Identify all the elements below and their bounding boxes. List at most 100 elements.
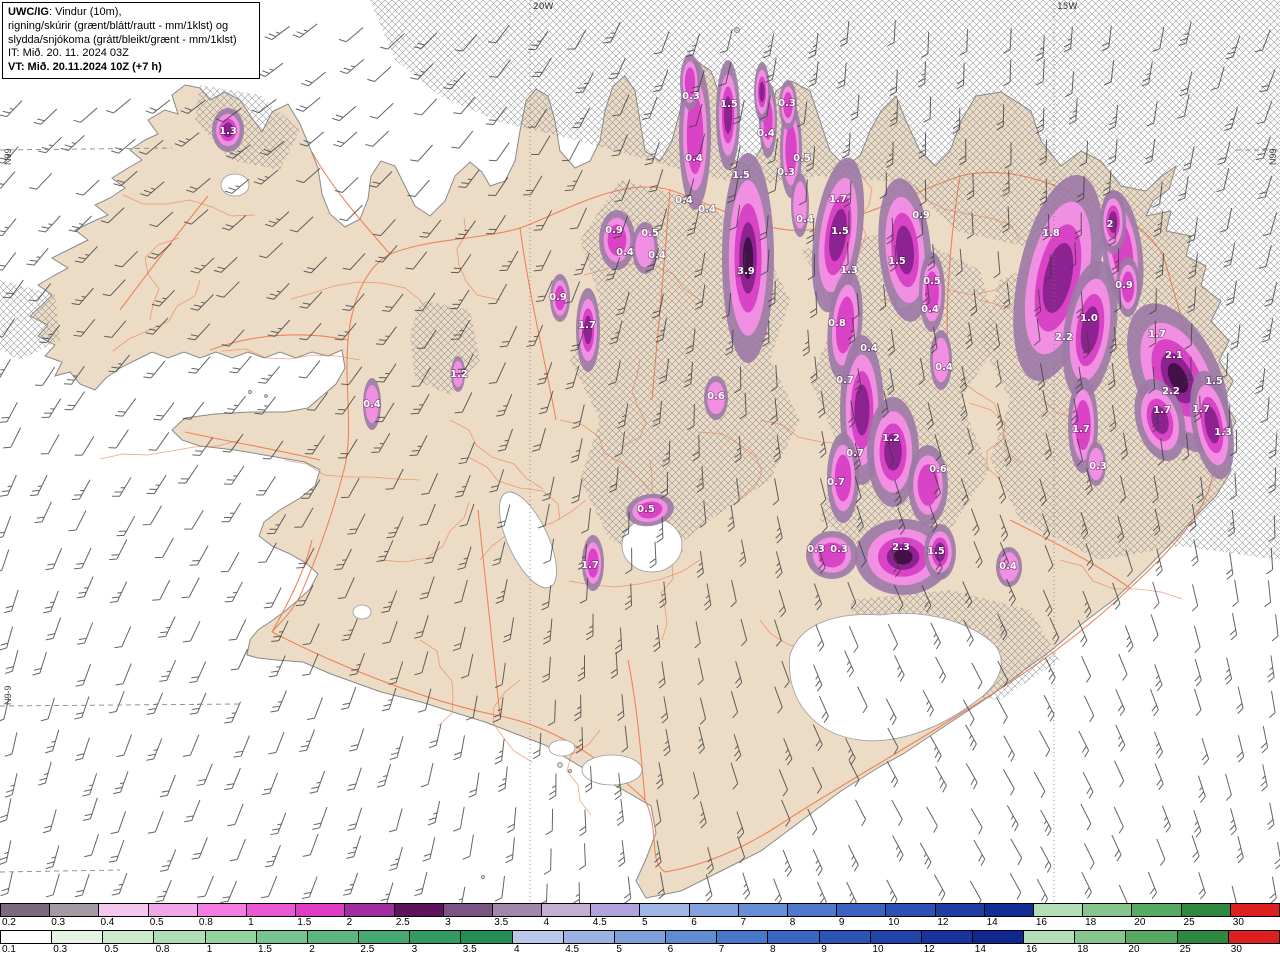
rain-scale-tick-label: 0.4 [100,917,115,928]
snow-scale-cell [256,931,308,943]
snow-scale-cell [1075,931,1127,943]
snow-scale-tick-label: 0.3 [53,944,68,955]
snow-scale-tick-label: 1.5 [258,944,272,955]
rain-scale-tick-label: 7 [740,917,747,928]
precip-value-label: 1.2 [882,433,900,444]
rain-scale-cell [788,904,838,916]
rain-scale-tick-label: 1.5 [297,917,312,928]
latitude-edge-label: N9-9 [3,685,13,705]
precip-value-label: 1.7 [829,194,847,205]
rain-scale-tick-label: 16 [1035,917,1047,928]
precip-value-label: 0.6 [929,464,947,475]
precip-value-label: 1.5 [831,226,849,237]
rain-scale-tick-label: 14 [986,917,998,928]
rain-scale-cell [394,904,444,916]
snow-scale-tick-label: 1 [206,944,213,955]
precip-value-label: 2.2 [1055,332,1073,343]
rain-scale-cell [99,904,149,916]
latitude-edge-label: N99 [1268,148,1278,165]
snow-scale-tick-label: 8 [770,944,776,955]
precip-value-label: 0.3 [807,544,825,555]
precip-value-label: 2.3 [892,542,910,553]
title-line2: rigning/skúrir (grænt/blátt/rautt - mm/1… [8,19,229,32]
snow-scale-tick-label: 18 [1077,944,1089,955]
rain-scale-tick-label: 0.5 [149,917,164,928]
precip-value-label: 1.7 [1148,329,1166,340]
snow-scale-cell [205,931,257,943]
precip-value-label: 1.3 [840,265,858,276]
map-canvas: 20W 15W 1.3 0.3 1.5 0.3 0.4 0.4 1.5 0.3 0.5 1.7 0.4… [0,0,1280,903]
rain-scale-cell [837,904,887,916]
rain-scale-cell [1,904,51,916]
precip-value-label: 0.7 [827,477,845,488]
rain-scale-tick-label: 20 [1134,917,1146,928]
rain-scale-tick-label: 0.3 [51,917,66,928]
snow-scale-tick-label: 0.5 [104,944,119,955]
snow-scale-tick-label: 25 [1179,944,1191,955]
snow-scale-cell [1228,931,1279,943]
rain-scale-tick-label: 5 [642,917,648,928]
snow-scale-cell [666,931,718,943]
latitude-edge-label: N99 [3,148,13,165]
precip-value-label: 1.5 [720,99,738,110]
precip-value-label: 1.8 [1042,228,1060,239]
precip-value-label: 2 [1107,219,1114,230]
rain-scale-cell [1132,904,1182,916]
precip-value-label: 0.6 [707,391,725,402]
snow-scale-cell [563,931,615,943]
glacier-drangajokull [220,173,250,197]
precip-value-label: 3.9 [737,266,755,277]
rain-scale-cell [738,904,788,916]
rain-scale-tick-label: 0.2 [2,917,16,928]
precip-value-label: 2.1 [1165,350,1183,361]
snow-scale-tick-label: 14 [974,944,986,955]
snow-scale-tick-label: 0.1 [2,944,16,955]
rain-scale-cell [296,904,346,916]
snow-scale-tick-label: 16 [1026,944,1038,955]
precip-value-label: 1.5 [927,546,945,557]
precip-value-label: 1.5 [1205,376,1223,387]
snow-scale-cell [921,931,973,943]
precip-value-label: 0.5 [923,276,941,287]
precip-value-label: 0.5 [637,504,655,515]
snow-scale-tick-label: 30 [1230,944,1242,955]
rain-scale-cell [935,904,985,916]
snow-scale-tick-label: 20 [1128,944,1140,955]
precip-value-label: 0.9 [549,292,567,303]
precip-value-label: 1.7 [1072,424,1090,435]
precip-value-label: 0.9 [912,210,930,221]
precip-value-label: 0.5 [793,153,811,164]
color-scale-legend: 0.2 0.3 0.4 0.5 0.8 1 1.5 2 2.5 3 3.5 4 4.5 5 6 7 8 9 10 12… [0,903,1280,960]
rain-scale-tick-label: 25 [1183,917,1195,928]
island [480,874,486,880]
snow-scale-tick-label: 6 [667,944,674,955]
snow-scale-cell [307,931,360,943]
precip-cell [854,384,870,436]
precip-value-label: 1.2 [450,369,468,380]
rain-scale-cell [148,904,198,916]
snow-scale-tick-label: 4.5 [565,944,580,955]
precip-value-label: 0.9 [1115,280,1133,291]
weather-map-page: 20W 15W 1.3 0.3 1.5 0.3 0.4 0.4 1.5 0.3 0.5 1.7 0.4… [0,0,1280,960]
rain-scale-tick-label: 9 [838,917,845,928]
legend-title-box: UWC/IG: Vindur (10m), rigning/skúrir (gr… [2,2,260,79]
rain-scale-tick-label: 3.5 [494,917,509,928]
rain-scale-cell [443,904,493,916]
snow-scale-cell [410,931,462,943]
snow-scale-cell [1,931,53,943]
snow-scale-cell [972,931,1025,943]
precip-cell [759,81,765,103]
precip-value-label: 0.4 [616,247,634,258]
snow-scale-cell [461,931,513,943]
rain-scale-cell [1033,904,1084,916]
precip-value-label: 1.7 [1192,404,1210,415]
snow-scale-cell [1024,931,1076,943]
precip-value-label: 1.3 [219,126,237,137]
product-code: UWC/IG [8,6,49,18]
snow-scale-tick-label: 12 [923,944,935,955]
rain-scale-cell [345,904,395,916]
snow-scale-tick-label: 4 [514,944,520,955]
precip-value-label: 0.3 [682,91,700,102]
rain-scale-tick-label: 18 [1085,917,1097,928]
island [247,389,253,395]
